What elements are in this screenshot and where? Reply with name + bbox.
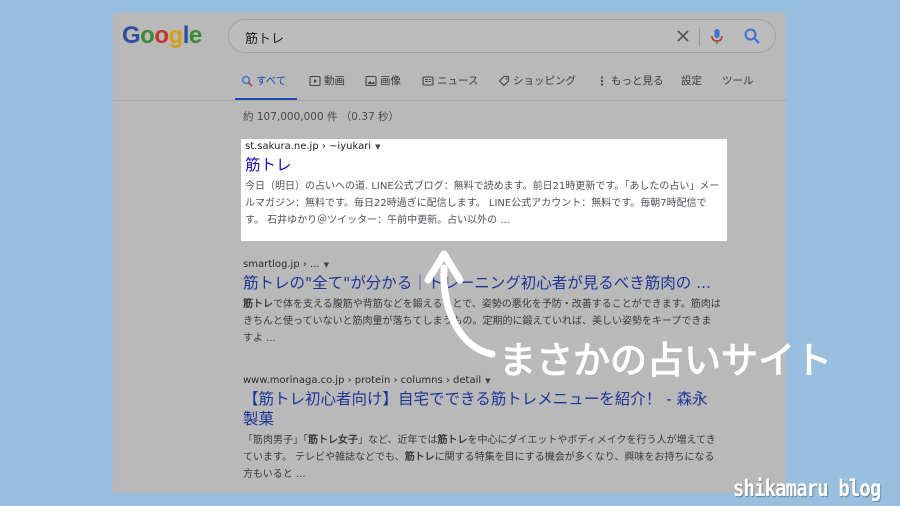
divider [699, 28, 700, 46]
tab-settings[interactable]: 設定 [681, 73, 702, 88]
tab-label: ツール [722, 75, 754, 87]
news-icon [422, 75, 434, 86]
tab-label: すべて [256, 75, 287, 87]
search-icon [241, 75, 253, 87]
search-tabs: すべて 動画 画像 ニュース ショッピング もっと見る 設定 ツール [235, 73, 786, 101]
tab-images[interactable]: 画像 [365, 73, 401, 88]
more-icon [600, 75, 604, 86]
tab-label: 動画 [324, 75, 345, 87]
chevron-down-icon[interactable]: ▼ [375, 143, 380, 151]
tab-label: もっと見る [611, 75, 664, 87]
tab-news[interactable]: ニュース [422, 73, 478, 88]
chevron-down-icon[interactable]: ▼ [324, 261, 329, 269]
result-url[interactable]: st.sakura.ne.jp › ~iyukari ▼ [245, 141, 723, 152]
tab-label: 画像 [380, 75, 401, 87]
mic-icon[interactable] [707, 26, 727, 46]
tag-icon [498, 75, 510, 86]
result-stats: 約 107,000,000 件 （0.37 秒） [243, 111, 400, 123]
tab-all[interactable]: すべて [235, 73, 297, 101]
search-result: www.morinaga.co.jp › protein › columns ›… [243, 375, 721, 483]
search-icon[interactable] [742, 26, 762, 46]
video-icon [309, 75, 321, 86]
search-input[interactable]: 筋トレ [245, 28, 284, 47]
tab-label: 設定 [681, 75, 702, 87]
result-snippet: 今日（明日）の占いへの道. LINE公式ブログ：無料で読めます。前日21時更新で… [245, 181, 720, 226]
tab-tools[interactable]: ツール [722, 73, 754, 88]
tabs-divider [113, 100, 786, 101]
tab-video[interactable]: 動画 [309, 73, 345, 88]
result-title-link[interactable]: 筋トレ [245, 155, 723, 175]
image-icon [365, 75, 377, 86]
blog-watermark: shikamaru blog [733, 476, 881, 502]
tab-shopping[interactable]: ショッピング [498, 73, 576, 88]
chevron-down-icon[interactable]: ▼ [485, 377, 490, 385]
result-title-link[interactable]: 【筋トレ初心者向け】自宅でできる筋トレメニューを紹介！ - 森永製菓 [243, 389, 721, 429]
close-icon[interactable] [673, 26, 693, 46]
search-result: st.sakura.ne.jp › ~iyukari ▼ 筋トレ 今日（明日）の占… [245, 141, 723, 229]
tab-label: ニュース [437, 75, 479, 87]
search-box[interactable]: 筋トレ [228, 19, 776, 53]
tab-label: ショッピング [513, 75, 576, 87]
tab-more[interactable]: もっと見る [596, 73, 664, 88]
google-logo[interactable]: Google [122, 22, 202, 50]
annotation-callout: まさかの占いサイト [499, 339, 832, 382]
result-snippet: 「筋肉男子」「筋トレ女子」など、近年では筋トレを中心にダイエットやボディメイクを… [243, 435, 716, 480]
